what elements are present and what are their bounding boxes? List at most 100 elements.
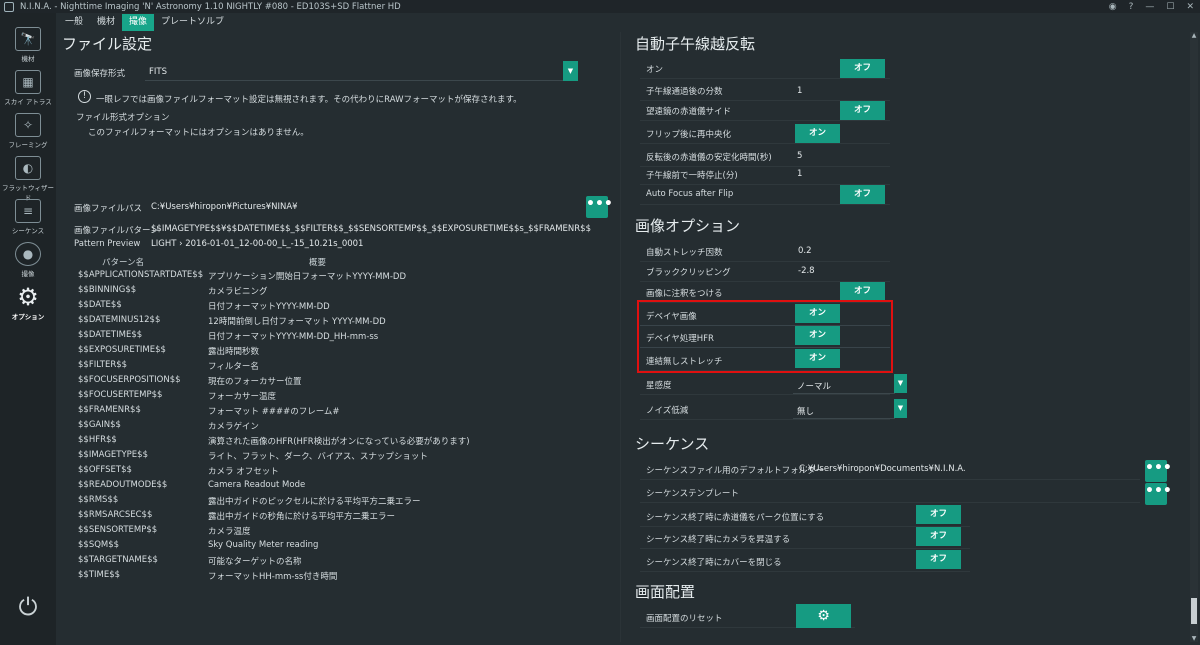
maximize-icon[interactable]: ☐ [1166,2,1174,12]
table-row[interactable]: $$TIME$$ フォーマットHH-mm-ss付き時間 [74,570,598,584]
sidebar-item-framing[interactable]: ✧ フレーミング [0,113,56,149]
table-row[interactable]: $$DATE$$ 日付フォーマットYYYY-MM-DD [74,300,598,314]
minutes-after-row: 子午線通過後の分数 [640,79,890,101]
gear-icon[interactable]: ⚙ [796,604,851,628]
auto-stretch-label: 自動ストレッチ因数 [646,248,723,258]
table-row[interactable]: $$FOCUSERPOSITION$$ 現在のフォーカサー位置 [74,375,598,389]
sidebar-item-flatwizard[interactable]: ◐ フラットウィザード [0,156,56,202]
table-row[interactable]: $$OFFSET$$ カメラ オフセット [74,465,598,479]
table-row[interactable]: $$HFR$$ 演算された画像のHFR(HFR検出がオンになっている必要があります… [74,435,598,449]
browse-sequence-template-button[interactable]: ••• [1145,483,1172,505]
pattern-key: $$TIME$$ [78,570,121,580]
table-row[interactable]: $$SENSORTEMP$$ カメラ温度 [74,525,598,539]
pattern-key: $$APPLICATIONSTARTDATE$$ [78,270,204,280]
sequence-template-label: シーケンステンプレート [646,489,739,499]
annotate-toggle[interactable]: オフ [840,282,885,301]
table-row[interactable]: $$RMS$$ 露出中ガイドのピックセルに於ける平均平方二乗エラー [74,495,598,509]
pause-value[interactable]: 1 [797,169,802,179]
table-row[interactable]: $$APPLICATIONSTARTDATE$$ アプリケーション開始日フォーマッ… [74,270,598,284]
browse-file-path-button[interactable]: ••• [586,196,613,218]
park-label: シーケンス終了時に赤道儀をパーク位置にする [646,513,825,523]
help-icon[interactable]: ? [1129,2,1134,12]
file-path-label: 画像ファイルパス [74,204,143,214]
recenter-row: フリップ後に再中央化 [640,122,890,144]
scroll-up-icon[interactable]: ▲ [1190,32,1198,40]
sequence-folder-value[interactable]: C:¥Users¥hiropon¥Documents¥N.I.N.A. [799,464,966,474]
title-bar: N.I.N.A. - Nighttime Imaging 'N' Astrono… [0,0,1200,13]
table-row[interactable]: $$FILTER$$ フィルター名 [74,360,598,374]
power-icon[interactable]: ⏻ [14,593,42,621]
sidebar-item-skyatlas[interactable]: ▦ スカイ アトラス [0,70,56,106]
pause-label: 子午線前で一時停止(分) [646,171,738,181]
pattern-description: Camera Readout Mode [208,480,306,490]
vertical-scrollbar[interactable] [1190,32,1198,642]
recenter-toggle[interactable]: オン [795,124,840,143]
meridian-on-toggle[interactable]: オフ [840,59,885,78]
sidebar-item-label: シーケンス [11,227,45,235]
auto-stretch-value[interactable]: 0.2 [798,246,812,256]
close-cover-label: シーケンス終了時にカバーを閉じる [646,558,782,568]
file-pattern-input[interactable]: $$IMAGETYPE$$¥$$DATETIME$$_$$FILTER$$_$$… [151,224,591,234]
table-row[interactable]: $$FOCUSERTEMP$$ フォーカサー温度 [74,390,598,404]
chevron-down-icon[interactable]: ▼ [563,61,578,81]
park-toggle[interactable]: オフ [916,505,961,524]
noise-reduction-value: 無し [797,407,815,417]
star-sensitivity-label: 星感度 [646,381,672,391]
star-sensitivity-value: ノーマル [797,382,832,392]
pattern-key: $$HFR$$ [78,435,117,445]
pattern-description: 露出中ガイドの秒角に於ける平均平方二乗エラー [208,512,396,522]
pattern-description: カメラビニング [208,287,268,297]
chevron-down-icon[interactable]: ▼ [894,374,907,393]
table-row[interactable]: $$BINNING$$ カメラビニング [74,285,598,299]
table-row[interactable]: $$EXPOSURETIME$$ 露出時間秒数 [74,345,598,359]
scroll-thumb[interactable] [1191,598,1197,624]
sidebar-item-imaging[interactable]: ● 撮像 [0,242,56,278]
scroll-down-icon[interactable]: ▼ [1190,635,1198,643]
sidebar-item-sequence[interactable]: ≡ シーケンス [0,199,56,235]
tab-general[interactable]: 一般 [58,14,90,31]
table-row[interactable]: $$READOUTMODE$$ Camera Readout Mode [74,480,598,494]
meridian-on-label: オン [646,65,664,75]
pattern-name-header: パターン名 [102,258,145,268]
pattern-description: 現在のフォーカサー位置 [208,377,302,387]
sidebar-item-equipment[interactable]: 🔭 機材 [0,27,56,63]
black-clipping-value[interactable]: -2.8 [798,266,815,276]
noise-reduction-select[interactable]: 無し [793,399,895,419]
star-sensitivity-select[interactable]: ノーマル [793,374,895,394]
table-row[interactable]: $$DATEMINUS12$$ 12時間前倒し日付フォーマット YYYY-MM-D… [74,315,598,329]
table-row[interactable]: $$TARGETNAME$$ 可能なターゲットの名称 [74,555,598,569]
pattern-description: フォーマットHH-mm-ss付き時間 [208,572,338,582]
close-icon[interactable]: ✕ [1186,2,1194,12]
pattern-key: $$IMAGETYPE$$ [78,450,148,460]
tab-equipment[interactable]: 機材 [90,14,122,31]
tab-imaging[interactable]: 撮像 [122,14,155,31]
minimize-icon[interactable]: — [1145,2,1154,12]
pause-row: 子午線前で一時停止(分) [640,163,890,185]
file-settings-title: ファイル設定 [62,35,153,53]
close-cover-toggle[interactable]: オフ [916,550,961,569]
pattern-description: 日付フォーマットYYYY-MM-DD_HH-mm-ss [208,332,379,342]
pattern-key: $$SQM$$ [78,540,120,550]
warm-camera-toggle[interactable]: オフ [916,527,961,546]
file-path-value[interactable]: C:¥Users¥hiropon¥Pictures¥NINA¥ [151,202,298,212]
eye-icon[interactable]: ◉ [1109,2,1117,12]
table-row[interactable]: $$SQM$$ Sky Quality Meter reading [74,540,598,554]
framing-icon: ✧ [15,113,41,137]
sidebar-item-options[interactable]: ⚙ オプション [0,285,56,321]
table-row[interactable]: $$GAIN$$ カメラゲイン [74,420,598,434]
table-row[interactable]: $$IMAGETYPE$$ ライト、フラット、ダーク、バイアス、スナップショット [74,450,598,464]
table-row[interactable]: $$DATETIME$$ 日付フォーマットYYYY-MM-DD_HH-mm-ss [74,330,598,344]
pier-side-label: 望遠鏡の赤道儀サイド [646,107,732,117]
chevron-down-icon[interactable]: ▼ [894,399,907,418]
browse-sequence-folder-button[interactable]: ••• [1145,460,1172,482]
tab-platesolving[interactable]: プレートソルブ [154,14,231,31]
table-row[interactable]: $$RMSARCSEC$$ 露出中ガイドの秒角に於ける平均平方二乗エラー [74,510,598,524]
table-row[interactable]: $$FRAMENR$$ フォーマット ####のフレーム# [74,405,598,419]
pattern-key: $$BINNING$$ [78,285,137,295]
minutes-after-value[interactable]: 1 [797,86,802,96]
settle-time-value[interactable]: 5 [797,151,802,161]
af-after-flip-toggle[interactable]: オフ [840,185,885,204]
image-format-select[interactable]: FITS [145,61,578,81]
pier-side-toggle[interactable]: オフ [840,101,885,120]
af-after-flip-label: Auto Focus after Flip [646,189,734,199]
